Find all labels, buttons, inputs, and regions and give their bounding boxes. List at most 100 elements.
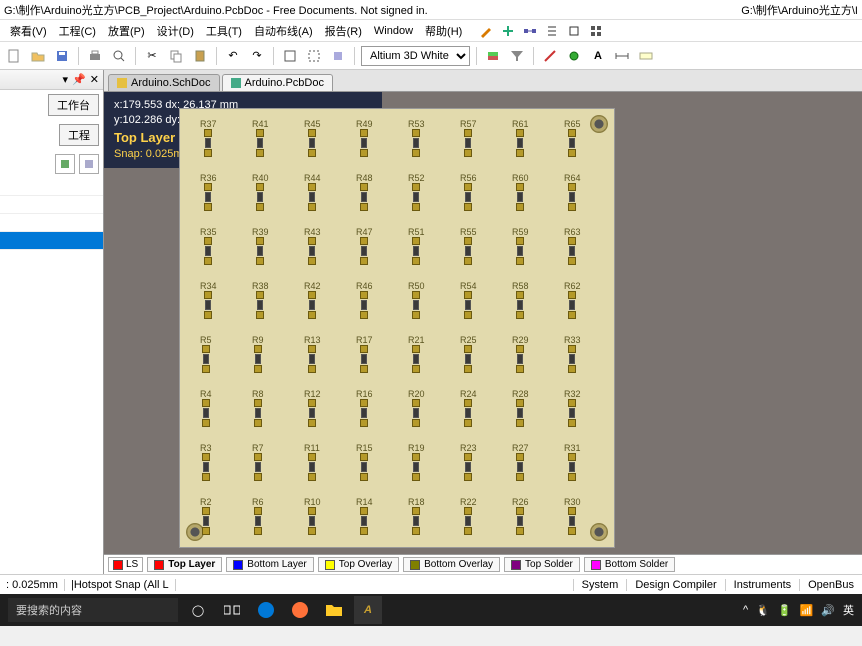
workspace-button[interactable]: 工作台 — [48, 94, 99, 116]
square-icon[interactable] — [566, 23, 582, 39]
close-icon[interactable]: ✕ — [90, 73, 99, 86]
layer-tab-bottom-solder[interactable]: Bottom Solder — [584, 557, 675, 572]
menu-report[interactable]: 报告(R) — [319, 23, 368, 39]
cortana-icon[interactable]: ◯ — [184, 596, 212, 624]
layer-tab-top-solder[interactable]: Top Solder — [504, 557, 580, 572]
menu-project[interactable]: 工程(C) — [53, 23, 102, 39]
layer-tab-top[interactable]: Top Layer — [147, 557, 222, 572]
component-label: R44 — [304, 173, 321, 183]
status-design-compiler[interactable]: Design Compiler — [626, 579, 724, 591]
tree-row-selected[interactable] — [0, 232, 103, 250]
zoom-area-icon[interactable] — [304, 46, 324, 66]
component-label: R63 — [564, 227, 581, 237]
layer-tab-top-overlay[interactable]: Top Overlay — [318, 557, 399, 572]
layer-icon[interactable] — [483, 46, 503, 66]
taskview-icon[interactable] — [218, 596, 246, 624]
ruler-icon[interactable] — [636, 46, 656, 66]
edge-icon[interactable] — [252, 596, 280, 624]
separator — [78, 47, 79, 65]
component-R6: R6 — [252, 497, 264, 536]
plus-icon[interactable] — [500, 23, 516, 39]
tray-up-icon[interactable]: ^ — [743, 604, 748, 616]
component-label: R65 — [564, 119, 581, 129]
view-mode-select[interactable]: Altium 3D White — [361, 46, 470, 66]
tree-row[interactable] — [0, 214, 103, 232]
altium-icon[interactable]: A — [354, 596, 382, 624]
component-label: R37 — [200, 119, 217, 129]
chevron-down-icon[interactable]: ▾ — [63, 73, 69, 86]
line-icon[interactable] — [540, 46, 560, 66]
component-R10: R10 — [304, 497, 321, 536]
tray-battery-icon[interactable]: 🔋 — [778, 604, 792, 617]
status-snap: : 0.025mm — [0, 579, 65, 591]
component-R47: R47 — [356, 227, 373, 266]
main-area: ▾ 📌 ✕ 工作台 工程 Arduino.SchDoc — [0, 70, 862, 574]
tree-row[interactable] — [0, 196, 103, 214]
text-icon[interactable]: A — [588, 46, 608, 66]
menu-view[interactable]: 察看(V) — [4, 23, 53, 39]
panel-tool-2-icon[interactable] — [79, 154, 99, 174]
tray-volume-icon[interactable]: 🔊 — [821, 604, 835, 617]
zoom-sel-icon[interactable] — [328, 46, 348, 66]
via-icon[interactable] — [564, 46, 584, 66]
explorer-icon[interactable] — [320, 596, 348, 624]
menu-tools[interactable]: 工具(T) — [200, 23, 248, 39]
menu-place[interactable]: 放置(P) — [102, 23, 151, 39]
panel-tool-1-icon[interactable] — [55, 154, 75, 174]
separator — [533, 47, 534, 65]
pen-icon[interactable] — [478, 23, 494, 39]
save-icon[interactable] — [52, 46, 72, 66]
open-icon[interactable] — [28, 46, 48, 66]
copy-icon[interactable] — [166, 46, 186, 66]
paste-icon[interactable] — [190, 46, 210, 66]
component-R53: R53 — [408, 119, 425, 158]
status-instruments[interactable]: Instruments — [725, 579, 799, 591]
project-button[interactable]: 工程 — [59, 124, 99, 146]
tab-schdoc[interactable]: Arduino.SchDoc — [108, 74, 220, 91]
layer-tab-bottom-overlay[interactable]: Bottom Overlay — [403, 557, 500, 572]
component-label: R11 — [304, 443, 320, 453]
new-icon[interactable] — [4, 46, 24, 66]
component-R14: R14 — [356, 497, 373, 536]
separator — [354, 47, 355, 65]
component-R20: R20 — [408, 389, 425, 428]
component-label: R39 — [252, 227, 269, 237]
align-icon[interactable] — [544, 23, 560, 39]
menu-window[interactable]: Window — [368, 25, 419, 37]
status-system[interactable]: System — [573, 579, 627, 591]
component-label: R42 — [304, 281, 321, 291]
tree-row[interactable] — [0, 178, 103, 196]
preview-icon[interactable] — [109, 46, 129, 66]
grid-icon[interactable] — [588, 23, 604, 39]
pcb-canvas[interactable]: x:179.553 dx: 26.137 mm y:102.286 dy: -3… — [104, 92, 862, 554]
component-label: R20 — [408, 389, 425, 399]
cut-icon[interactable]: ✂ — [142, 46, 162, 66]
component-label: R14 — [356, 497, 373, 507]
tray-ime-icon[interactable]: 英 — [843, 602, 854, 618]
pin-icon[interactable]: 📌 — [72, 73, 86, 86]
menu-autoroute[interactable]: 自动布线(A) — [248, 23, 319, 39]
zoom-fit-icon[interactable] — [280, 46, 300, 66]
dimension-icon[interactable] — [612, 46, 632, 66]
connector-icon[interactable] — [522, 23, 538, 39]
firefox-icon[interactable] — [286, 596, 314, 624]
tray-app-icon[interactable]: 🐧 — [756, 604, 770, 617]
component-label: R43 — [304, 227, 321, 237]
redo-icon[interactable]: ↷ — [247, 46, 267, 66]
undo-icon[interactable]: ↶ — [223, 46, 243, 66]
tray-wifi-icon[interactable]: 📶 — [800, 604, 814, 617]
print-icon[interactable] — [85, 46, 105, 66]
menu-design[interactable]: 设计(D) — [151, 23, 200, 39]
tab-pcbdoc[interactable]: Arduino.PcbDoc — [222, 74, 334, 91]
component-R23: R23 — [460, 443, 477, 482]
component-R57: R57 — [460, 119, 477, 158]
filter-icon[interactable] — [507, 46, 527, 66]
component-R39: R39 — [252, 227, 269, 266]
main-toolbar: ✂ ↶ ↷ Altium 3D White A — [0, 42, 862, 70]
component-R55: R55 — [460, 227, 477, 266]
menu-help[interactable]: 帮助(H) — [419, 23, 468, 39]
layer-tab-bottom[interactable]: Bottom Layer — [226, 557, 313, 572]
status-openbus[interactable]: OpenBus — [799, 579, 862, 591]
layer-set-button[interactable]: LS — [108, 557, 143, 572]
taskbar-search[interactable]: 要搜索的内容 — [8, 598, 178, 622]
